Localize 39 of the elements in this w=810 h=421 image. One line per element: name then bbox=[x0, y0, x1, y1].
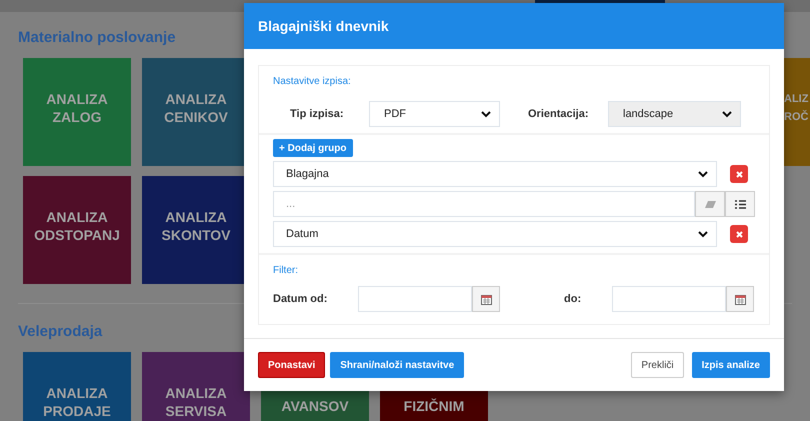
group-select[interactable]: Blagajna bbox=[273, 161, 717, 187]
chevron-down-icon bbox=[481, 110, 491, 118]
field-label: do: bbox=[564, 293, 582, 305]
delete-button[interactable] bbox=[730, 165, 748, 183]
calendar-button[interactable] bbox=[472, 286, 500, 312]
footer-button[interactable]: Ponastavi bbox=[258, 352, 326, 378]
dialog-title: Blagajniški dnevnik bbox=[244, 3, 784, 49]
field-label: Datum od: bbox=[273, 293, 328, 305]
footer-button[interactable]: Shrani/naloži nastavitve bbox=[330, 352, 464, 378]
report-tile[interactable]: ANALIZA SERVISA bbox=[142, 352, 250, 421]
close-icon bbox=[736, 170, 742, 178]
chevron-down-icon bbox=[698, 230, 708, 238]
delete-button[interactable] bbox=[730, 225, 748, 243]
close-icon bbox=[736, 230, 742, 238]
list-button[interactable] bbox=[725, 191, 755, 217]
calendar-icon bbox=[480, 294, 492, 304]
report-tile[interactable]: ALIZ ROČ bbox=[783, 58, 810, 166]
date-to-field[interactable] bbox=[612, 286, 726, 312]
date-from-field[interactable] bbox=[358, 286, 472, 312]
calendar-button[interactable] bbox=[726, 286, 754, 312]
chevron-down-icon bbox=[698, 170, 708, 178]
group-select[interactable]: Datum bbox=[273, 221, 717, 247]
report-tile[interactable]: ANALIZA ODSTOPANJ bbox=[23, 176, 131, 284]
report-tile[interactable]: ANALIZA PRODAJE bbox=[23, 352, 131, 421]
section-heading: Nastavitve izpisa: bbox=[273, 76, 351, 87]
section-heading: Filter: bbox=[273, 265, 298, 276]
section-title: Materialno poslovanje bbox=[18, 29, 176, 48]
chevron-down-icon bbox=[722, 110, 732, 118]
type-select[interactable]: PDF bbox=[369, 101, 500, 127]
eraser-icon bbox=[704, 200, 716, 208]
footer-button[interactable]: Prekliči bbox=[631, 352, 684, 378]
section-title: Veleprodaja bbox=[18, 323, 102, 342]
group-input[interactable]: ... bbox=[273, 191, 695, 217]
list-icon bbox=[734, 200, 746, 208]
field-label: Orientacija: bbox=[528, 108, 590, 120]
field-label: Tip izpisa: bbox=[290, 108, 345, 120]
add-group-button[interactable]: + Dodaj grupo bbox=[273, 139, 352, 157]
calendar-icon bbox=[734, 294, 746, 304]
footer-button[interactable]: Izpis analize bbox=[692, 352, 770, 378]
